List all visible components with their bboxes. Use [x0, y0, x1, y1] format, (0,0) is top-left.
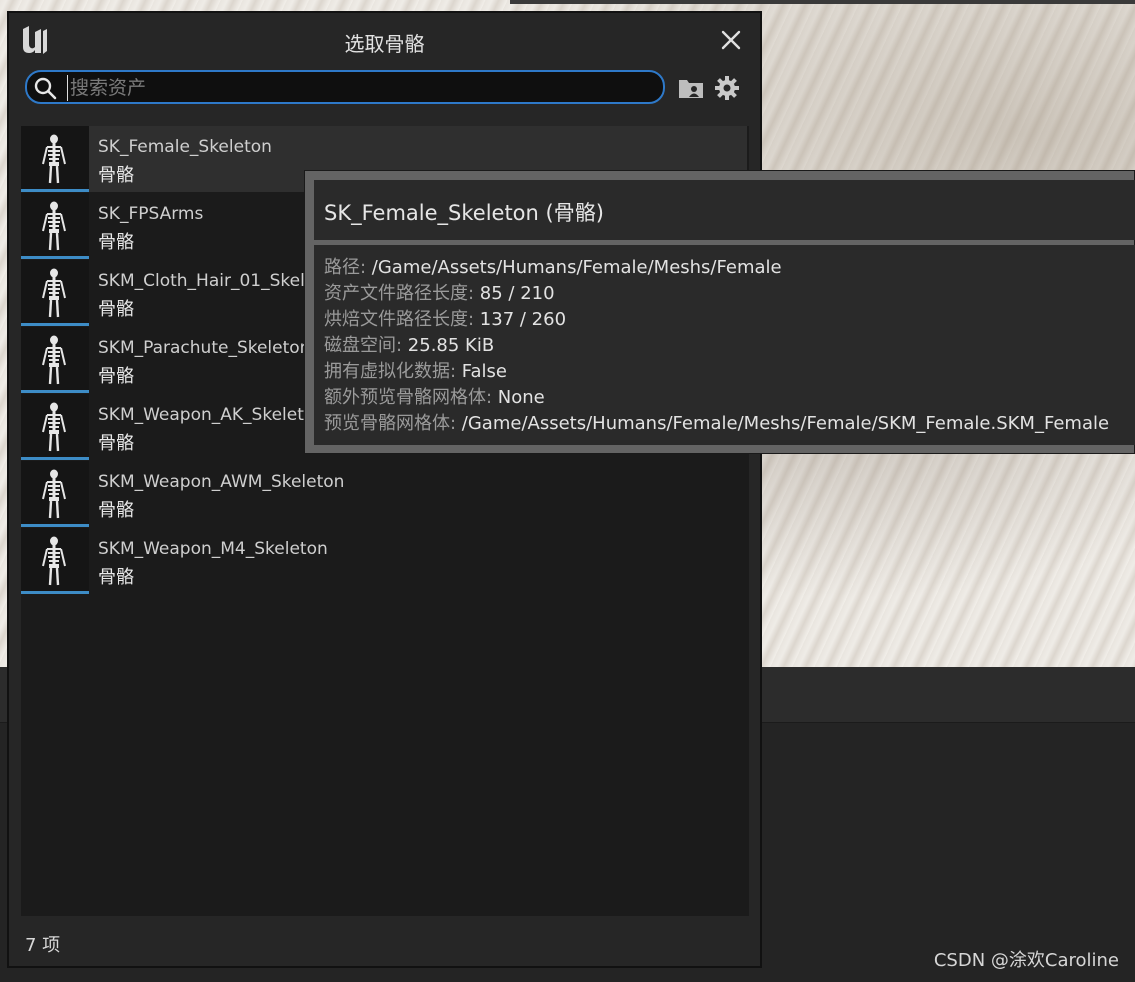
- asset-type-color-bar: [21, 390, 89, 393]
- tooltip-row: 烘焙文件路径长度: 137 / 260: [324, 305, 566, 331]
- asset-thumbnail: [21, 461, 89, 527]
- skeleton-icon: [42, 536, 66, 586]
- tooltip-value: 85 / 210: [479, 283, 555, 304]
- tooltip-value: 25.85 KiB: [407, 335, 495, 356]
- skeleton-icon: [42, 335, 66, 385]
- viewport-top-bar: [510, 0, 1135, 4]
- asset-type-color-bar: [21, 189, 89, 192]
- tooltip-key: 拥有虚拟化数据:: [324, 361, 462, 382]
- asset-type-color-bar: [21, 256, 89, 259]
- tooltip-row: 磁盘空间: 25.85 KiB: [324, 331, 494, 357]
- asset-name: SKM_Cloth_Hair_01_Skele: [98, 271, 316, 291]
- asset-type: 骨骼: [98, 232, 134, 253]
- tooltip-title: SK_Female_Skeleton (骨骼): [324, 201, 604, 225]
- asset-list-item[interactable]: SKM_Weapon_M4_Skeleton 骨骼: [21, 528, 747, 594]
- tooltip-value: False: [461, 361, 507, 382]
- tooltip-key: 额外预览骨骼网格体:: [324, 387, 498, 408]
- asset-type: 骨骼: [98, 567, 134, 588]
- asset-thumbnail: [21, 394, 89, 460]
- watermark: CSDN @涂欢Caroline: [933, 950, 1119, 971]
- tooltip-key: 烘焙文件路径长度:: [324, 309, 480, 330]
- tooltip-row: 资产文件路径长度: 85 / 210: [324, 279, 555, 305]
- tooltip-header: SK_Female_Skeleton (骨骼): [314, 180, 1135, 240]
- folder-user-icon[interactable]: [677, 75, 705, 101]
- tooltip-value: 137 / 260: [479, 309, 567, 330]
- asset-type: 骨骼: [98, 366, 134, 387]
- asset-name: SKM_Weapon_M4_Skeleton: [98, 539, 328, 559]
- search-input[interactable]: [67, 75, 652, 101]
- asset-thumbnail: [21, 126, 89, 192]
- tooltip-value: /Game/Assets/Humans/Female/Meshs/Female: [371, 257, 782, 278]
- asset-name: SKM_Weapon_AWM_Skeleton: [98, 472, 345, 492]
- tooltip-row: 额外预览骨骼网格体: None: [324, 383, 545, 409]
- asset-type: 骨骼: [98, 500, 134, 521]
- skeleton-icon: [42, 469, 66, 519]
- item-count: 7 项: [25, 935, 61, 956]
- asset-name: SKM_Weapon_AK_Skeleto: [98, 405, 315, 425]
- asset-thumbnail: [21, 327, 89, 393]
- tooltip-key: 磁盘空间:: [324, 335, 408, 356]
- skeleton-icon: [42, 201, 66, 251]
- asset-thumbnail: [21, 193, 89, 259]
- search-bar: [25, 70, 665, 104]
- tooltip-row: 路径: /Game/Assets/Humans/Female/Meshs/Fem…: [324, 253, 782, 279]
- gear-icon[interactable]: [713, 74, 741, 102]
- tooltip-value: /Game/Assets/Humans/Female/Meshs/Female/…: [461, 413, 1110, 434]
- dialog-titlebar[interactable]: 选取骨骼: [9, 13, 760, 69]
- tooltip-body: 路径: /Game/Assets/Humans/Female/Meshs/Fem…: [314, 245, 1135, 445]
- close-icon[interactable]: [718, 27, 744, 53]
- asset-name: SK_FPSArms: [98, 204, 204, 224]
- tooltip-key: 资产文件路径长度:: [324, 283, 480, 304]
- pick-skeleton-dialog: 选取骨骼 搜索资产 SK_Female_Skeleton 骨骼 SK_FPSAr…: [7, 11, 762, 968]
- asset-type: 骨骼: [98, 299, 134, 320]
- asset-type-color-bar: [21, 524, 89, 527]
- asset-type-color-bar: [21, 591, 89, 594]
- asset-name: SKM_Parachute_Skeleton: [98, 338, 311, 358]
- skeleton-icon: [42, 268, 66, 318]
- search-icon: [34, 77, 57, 100]
- asset-list-item[interactable]: SKM_Weapon_AWM_Skeleton 骨骼: [21, 461, 747, 527]
- tooltip-key: 路径:: [324, 257, 372, 278]
- asset-tooltip: SK_Female_Skeleton (骨骼) 路径: /Game/Assets…: [304, 170, 1135, 454]
- asset-thumbnail: [21, 528, 89, 594]
- skeleton-icon: [42, 402, 66, 452]
- dialog-title: 选取骨骼: [344, 32, 425, 56]
- asset-name: SK_Female_Skeleton: [98, 137, 272, 157]
- asset-type: 骨骼: [98, 165, 134, 186]
- skeleton-icon: [42, 134, 66, 184]
- tooltip-value: None: [497, 387, 545, 408]
- tooltip-row: 拥有虚拟化数据: False: [324, 357, 507, 383]
- tooltip-row: 预览骨骼网格体: /Game/Assets/Humans/Female/Mesh…: [324, 409, 1109, 435]
- tooltip-key: 预览骨骼网格体:: [324, 413, 462, 434]
- asset-thumbnail: [21, 260, 89, 326]
- asset-type: 骨骼: [98, 433, 134, 454]
- asset-type-color-bar: [21, 457, 89, 460]
- asset-type-color-bar: [21, 323, 89, 326]
